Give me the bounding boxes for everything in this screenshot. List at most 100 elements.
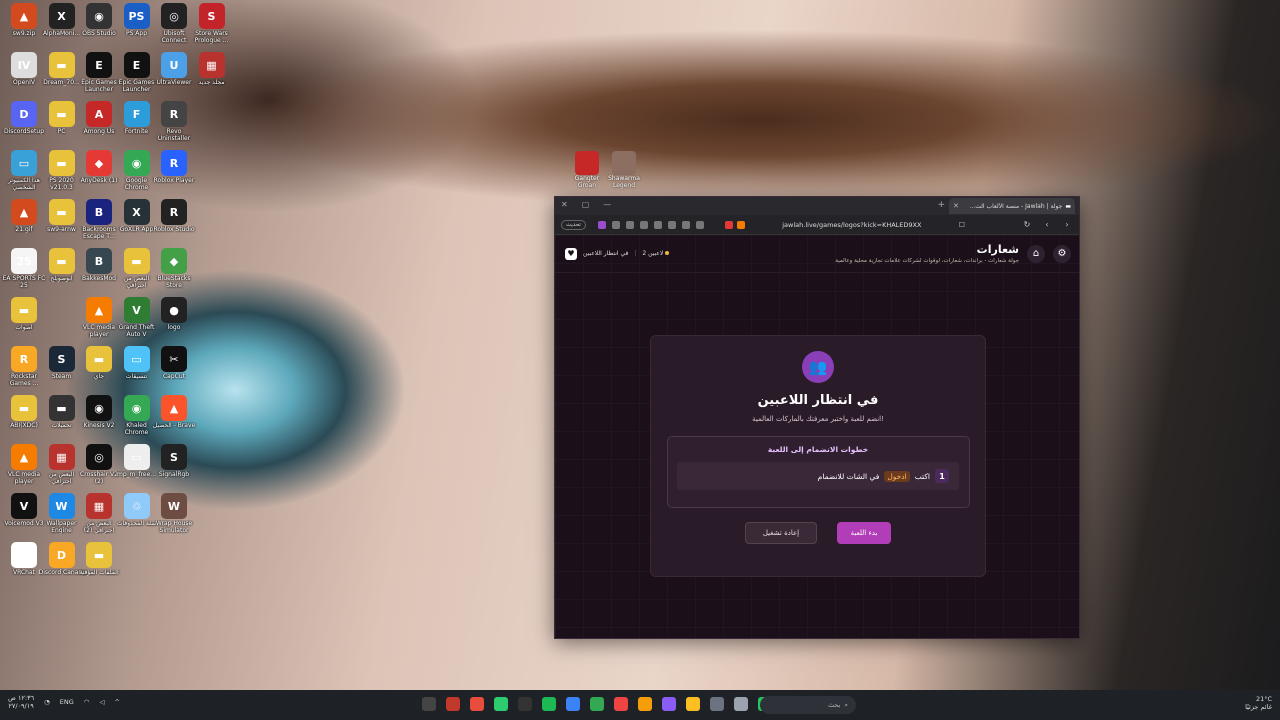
- taskbar-app-icon[interactable]: [662, 697, 676, 711]
- app-icon: ▬: [48, 248, 75, 274]
- taskbar-app-icon[interactable]: [542, 697, 556, 711]
- app-icon: R: [161, 150, 187, 176]
- extension-icon[interactable]: [667, 220, 676, 229]
- back-icon[interactable]: ‹: [1041, 220, 1053, 229]
- taskbar-app-icon[interactable]: [590, 697, 604, 711]
- extension-icon[interactable]: [695, 220, 704, 229]
- taskbar-app-icon[interactable]: [518, 697, 532, 711]
- new-tab-button[interactable]: +: [937, 200, 945, 210]
- app-icon: ▦: [48, 444, 75, 470]
- desktop-icon-gangter[interactable]: Gangter Groan: [572, 151, 602, 189]
- taskbar-search[interactable]: بحث ⌕: [760, 696, 856, 714]
- desktop-icon[interactable]: R Roblox Studio: [153, 199, 195, 233]
- app-icon: V: [123, 297, 150, 323]
- volume-icon[interactable]: ◁: [99, 698, 104, 706]
- desktop-icon[interactable]: ◆ BlueStacks Store: [154, 248, 194, 289]
- taskbar-app-icon[interactable]: [710, 697, 724, 711]
- taskbar-app-icon[interactable]: [566, 697, 580, 711]
- extension-icon[interactable]: [597, 220, 606, 229]
- desktop-icon[interactable]: ◉ Khaled Chrome: [117, 395, 157, 436]
- desktop-icon[interactable]: ▦ مجلد جديد: [192, 52, 232, 86]
- settings-button[interactable]: ⚙: [1053, 244, 1071, 263]
- desktop-icon[interactable]: ▬ الملفات المؤقتة: [79, 542, 119, 576]
- taskbar-app-icon[interactable]: [494, 697, 508, 711]
- desktop-icon[interactable]: ▦ البعض من احترافي (2): [79, 493, 119, 534]
- desktop-icon-label: الملفات المؤقتة: [79, 569, 119, 576]
- desktop-icon[interactable]: S SignalRgb: [154, 444, 194, 478]
- desktop-icon[interactable]: ▬ PS 2020 v21.0.3: [42, 150, 82, 191]
- steps-title: خطوات الانضمام إلى اللعبة: [767, 445, 869, 454]
- desktop-icon[interactable]: ▬ اصوات: [4, 297, 44, 331]
- step-number: 1: [935, 469, 949, 483]
- app-icon: ▬: [123, 248, 150, 274]
- app-icon: E: [123, 52, 150, 78]
- desktop-icon[interactable]: E Epic Games Launcher: [117, 52, 157, 93]
- desktop-icon[interactable]: S Store Wars Prologue ...: [192, 3, 232, 44]
- app-icon: ▦: [198, 52, 225, 78]
- restart-button[interactable]: إعادة تشغيل: [745, 522, 817, 544]
- app-icon: V: [11, 493, 37, 519]
- app-icon: ▬: [48, 52, 75, 78]
- desktop-icon[interactable]: R Roblox Player: [154, 150, 194, 184]
- extension-icon[interactable]: [625, 220, 634, 229]
- home-button[interactable]: ⌂: [1027, 244, 1045, 263]
- app-icon: X: [48, 3, 75, 29]
- desktop-icon[interactable]: R Revo Uninstaller: [154, 101, 194, 142]
- desktop-icon[interactable]: 25 EA SPORTS FC 25: [3, 248, 45, 289]
- extension-icon[interactable]: [611, 220, 620, 229]
- reload-icon[interactable]: ↻: [1021, 220, 1033, 229]
- app-icon: VR: [11, 542, 37, 568]
- desktop-icon[interactable]: ◎ Crosshair V2 (2): [79, 444, 119, 485]
- taskbar-app-icon[interactable]: [470, 697, 484, 711]
- taskbar-app-icon[interactable]: [734, 697, 748, 711]
- address-bar[interactable]: jawlah.live/games/logos?kick=KHALED9XX ☐: [725, 217, 965, 233]
- step-row: 1 اكتب ادخول في الشات للانضمام: [677, 462, 959, 490]
- language-indicator[interactable]: ENG: [60, 698, 74, 706]
- desktop-icon[interactable]: ✂ CapCut: [154, 346, 194, 380]
- desktop-icon[interactable]: V Grand Theft Auto V: [117, 297, 157, 338]
- forward-icon[interactable]: ›: [1061, 220, 1073, 229]
- extension-icon[interactable]: [639, 220, 648, 229]
- tray-chevron-icon[interactable]: ^: [114, 698, 119, 706]
- app-icon: ▬: [86, 542, 112, 568]
- notification-icon[interactable]: ◔: [44, 698, 50, 706]
- app-icon: ✂: [161, 346, 187, 372]
- extension-icon[interactable]: [681, 220, 690, 229]
- app-icon: U: [161, 52, 187, 78]
- desktop-icon-shawarma[interactable]: Shawarma Legend: [608, 151, 640, 189]
- wifi-icon[interactable]: ◠: [84, 698, 90, 706]
- brave-rewards-icon[interactable]: [737, 221, 745, 229]
- header-status: ♥ في انتظار اللاعبين | 2 لاعبين: [565, 247, 670, 260]
- app-icon: ▬: [11, 297, 37, 323]
- weather-widget[interactable]: 21°C غائم جزئيًا: [1245, 695, 1272, 711]
- url-text[interactable]: jawlah.live/games/logos?kick=KHALED9XX: [749, 221, 955, 229]
- heart-icon[interactable]: ♥: [565, 247, 577, 260]
- extension-icon[interactable]: [653, 220, 662, 229]
- desktop-icon[interactable]: W Wrap House Simulator: [154, 493, 194, 534]
- app-icon: ◉: [123, 395, 150, 421]
- desktop-icon[interactable]: ◉ Google Chrome: [117, 150, 157, 191]
- game-icon: [612, 151, 636, 175]
- taskbar-app-icon[interactable]: [446, 697, 460, 711]
- taskbar-app-icon[interactable]: [638, 697, 652, 711]
- minimize-window-icon[interactable]: —: [603, 200, 611, 209]
- close-window-icon[interactable]: ✕: [561, 200, 568, 209]
- app-icon: B: [86, 248, 112, 274]
- tab-bar: ✕ ▢ — + ✕ جولة | Jawlah - منصة الألعاب ا…: [555, 197, 1079, 215]
- desktop-icon[interactable]: ▲ الحصيل - Brave: [153, 395, 195, 429]
- desktop-icon[interactable]: B Backrooms Escape T...: [79, 199, 119, 240]
- taskbar-app-icon[interactable]: [686, 697, 700, 711]
- update-button[interactable]: تحديث: [561, 219, 586, 230]
- desktop-icon[interactable]: ● logo: [154, 297, 194, 331]
- desktop-icon[interactable]: R Rockstar Games ...: [4, 346, 44, 387]
- brave-shield-icon[interactable]: [725, 221, 733, 229]
- close-tab-icon[interactable]: ✕: [953, 202, 959, 210]
- start-game-button[interactable]: بدء اللعبة: [837, 522, 891, 544]
- taskbar-app-icon[interactable]: [614, 697, 628, 711]
- maximize-window-icon[interactable]: ▢: [582, 200, 590, 209]
- taskbar-app-icon[interactable]: [422, 697, 436, 711]
- tab-jawlah[interactable]: ✕ جولة | Jawlah - منصة الألعاب الت... ▬: [949, 198, 1075, 214]
- clock[interactable]: ١٢:٣٦ ص ٢٧/٠٩/١٩: [8, 694, 34, 710]
- bookmark-icon[interactable]: ☐: [959, 221, 965, 229]
- app-icon: ▲: [86, 297, 112, 323]
